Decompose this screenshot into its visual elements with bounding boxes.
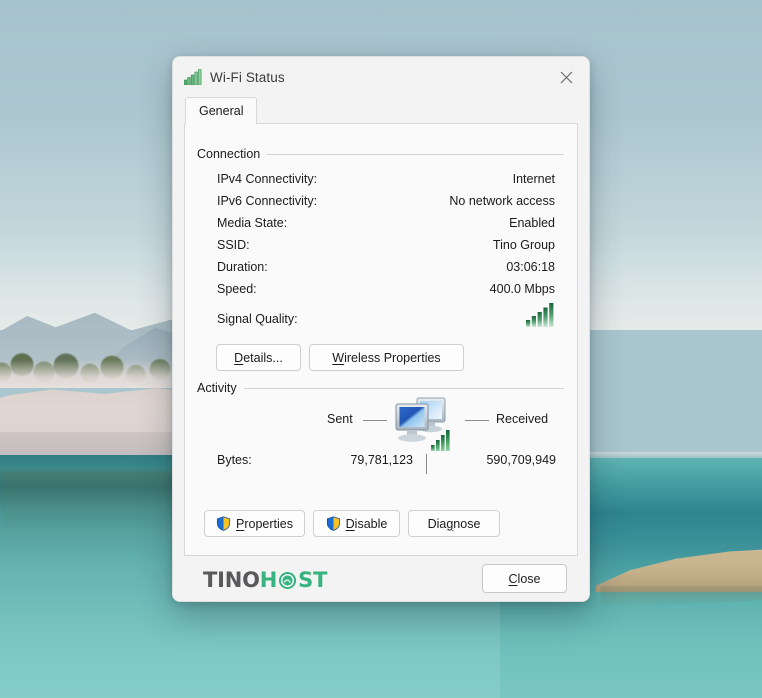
wireless-properties-button[interactable]: Wireless Properties xyxy=(309,344,464,371)
wifi-status-dialog: Wi-Fi Status General Connection IPv4 Con… xyxy=(172,56,590,602)
wireless-properties-button-label: Wireless Properties xyxy=(332,350,441,365)
bytes-label: Bytes: xyxy=(217,453,252,467)
disable-button[interactable]: Disable xyxy=(313,510,400,537)
ipv4-connectivity-label: IPv4 Connectivity: xyxy=(217,172,318,186)
diagnose-button-label: Diagnose xyxy=(427,516,481,531)
brand-h-text: H xyxy=(259,568,278,592)
activity-group-label: Activity xyxy=(197,382,244,395)
details-button[interactable]: Details... xyxy=(216,344,301,371)
connection-group-rule xyxy=(263,154,564,155)
disable-button-label: Disable xyxy=(345,516,388,531)
media-state-label: Media State: xyxy=(217,216,288,230)
signal-bars-icon xyxy=(526,303,555,330)
signal-quality-label: Signal Quality: xyxy=(217,312,298,326)
dialog-footer: TINO H ST Close xyxy=(173,556,589,601)
duration-label: Duration: xyxy=(217,260,268,274)
media-state-value: Enabled xyxy=(509,216,555,230)
ssid-label: SSID: xyxy=(217,238,250,252)
properties-button-label: Properties xyxy=(236,516,293,531)
sent-connector-line xyxy=(363,420,387,421)
connection-group-label: Connection xyxy=(197,148,268,161)
activity-divider-tick xyxy=(426,454,427,474)
received-label: Received xyxy=(496,412,549,426)
tab-general[interactable]: General xyxy=(185,97,258,124)
wallpaper-reflection xyxy=(0,470,200,560)
ipv6-connectivity-value: No network access xyxy=(449,194,555,208)
duration-value: 03:06:18 xyxy=(506,260,555,274)
close-button-label: Close xyxy=(508,571,541,586)
general-tab-panel: Connection IPv4 Connectivity: Internet I… xyxy=(184,123,578,556)
tab-general-label: General xyxy=(199,104,244,118)
activity-group-rule xyxy=(242,388,564,389)
wallpaper-horizon xyxy=(560,452,762,458)
close-button[interactable]: Close xyxy=(482,564,567,593)
received-connector-line xyxy=(465,420,489,421)
ssid-value: Tino Group xyxy=(492,238,555,252)
title-bar: Wi-Fi Status xyxy=(173,57,589,97)
brand-st-text: ST xyxy=(298,568,328,592)
sent-label: Sent xyxy=(327,412,353,426)
ipv4-connectivity-value: Internet xyxy=(512,172,555,186)
details-button-label: Details... xyxy=(234,350,283,365)
window-title: Wi-Fi Status xyxy=(210,69,285,85)
ipv6-connectivity-label: IPv6 Connectivity: xyxy=(217,194,318,208)
uac-shield-icon xyxy=(326,516,340,531)
bytes-sent-value: 79,781,123 xyxy=(350,453,413,467)
wifi-signal-icon xyxy=(184,69,202,85)
brand-tino-text: TINO xyxy=(203,568,260,592)
tab-strip: General xyxy=(173,97,589,124)
close-icon xyxy=(560,71,573,83)
uac-shield-icon xyxy=(216,516,231,531)
diagnose-button[interactable]: Diagnose xyxy=(408,510,500,537)
speed-label: Speed: xyxy=(217,282,257,296)
close-window-button[interactable] xyxy=(544,57,589,97)
tinohost-logo: TINO H ST xyxy=(203,568,327,592)
bytes-received-value: 590,709,949 xyxy=(486,453,556,467)
desktop-background: Wi-Fi Status General Connection IPv4 Con… xyxy=(0,0,762,698)
two-monitors-network-icon xyxy=(391,392,459,452)
properties-button[interactable]: Properties xyxy=(204,510,305,537)
speed-value: 400.0 Mbps xyxy=(489,282,555,296)
tinohost-globe-icon xyxy=(279,571,297,589)
